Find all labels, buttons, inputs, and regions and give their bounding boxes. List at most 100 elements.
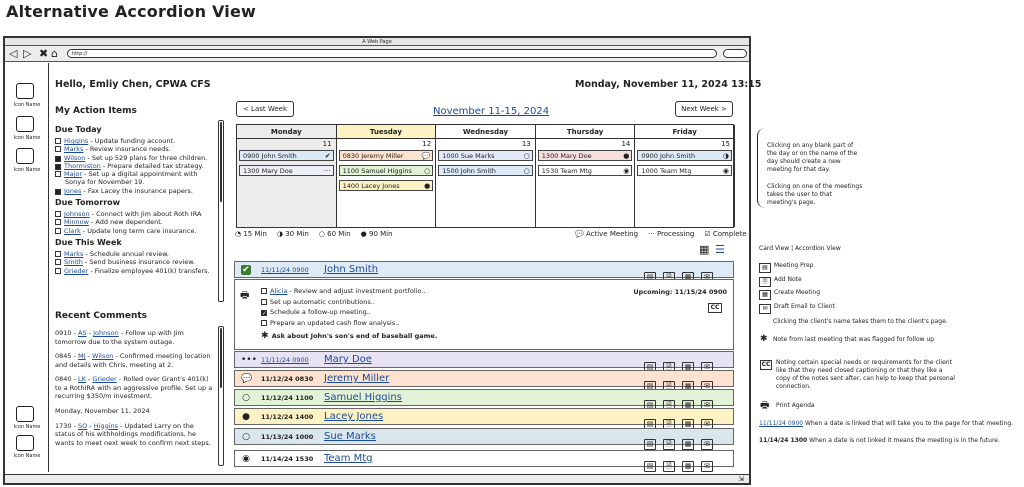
add-note-icon[interactable]: 🗎 xyxy=(663,439,675,450)
forward-icon[interactable]: ▷ xyxy=(23,46,31,61)
action-checkbox[interactable] xyxy=(55,211,61,218)
action-checkbox[interactable] xyxy=(55,219,61,226)
nav-icon-2[interactable] xyxy=(16,116,34,132)
client-link[interactable]: Thormiston xyxy=(64,162,101,170)
last-week-button[interactable]: < Last Week xyxy=(236,101,294,117)
meeting-prep-icon[interactable]: ▤ xyxy=(644,461,656,472)
agenda-row[interactable]: ● 11/12/24 1400 Lacey Jones ▤ 🗎 ▦ ✉ xyxy=(234,408,734,430)
client-name-link[interactable]: Mary Doe xyxy=(324,354,372,365)
meeting-chip[interactable]: 0900 John Smith ✔ xyxy=(239,150,334,161)
action-items-scrollbar[interactable] xyxy=(218,120,224,302)
card-view-icon[interactable]: ▦ xyxy=(699,244,709,256)
email-icon[interactable]: ✉ xyxy=(701,461,713,472)
client-link[interactable]: Clark xyxy=(64,227,81,235)
action-checkbox[interactable]: ✓ xyxy=(50,188,61,195)
comment-user[interactable]: LK xyxy=(78,375,86,383)
agenda-row[interactable]: ◉ 11/14/24 1530 Team Mtg ▤ 🗎 ▦ ✉ xyxy=(234,450,734,472)
meeting-prep-icon[interactable]: ▤ xyxy=(644,439,656,450)
meeting-date[interactable]: 11/12/24 1100 xyxy=(261,394,313,402)
day-column[interactable]: Monday 11 0900 John Smith ✔ 1300 Mary Doe ··· xyxy=(237,125,337,227)
meeting-date[interactable]: 11/14/24 1530 xyxy=(261,455,313,463)
accordion-view-icon[interactable]: ☰ xyxy=(715,244,725,256)
client-link[interactable]: Grieder xyxy=(64,267,88,275)
meeting-date[interactable]: 11/13/24 1000 xyxy=(261,433,313,441)
resize-icon[interactable]: ⇲ xyxy=(738,475,744,483)
next-week-button[interactable]: Next Week > xyxy=(675,101,733,117)
meeting-date[interactable]: 11/12/24 1400 xyxy=(261,413,313,421)
day-name[interactable]: Monday xyxy=(237,125,336,139)
add-note-icon[interactable]: 🗎 xyxy=(663,461,675,472)
task-checkbox[interactable] xyxy=(261,319,267,326)
nav-icon-5[interactable] xyxy=(16,435,34,451)
agenda-row[interactable]: 💬 11/12/24 0830 Jeremy Miller ▤ 🗎 ▦ ✉ xyxy=(234,370,734,392)
meeting-chip[interactable]: 1000 Sue Marks ○ xyxy=(438,150,533,161)
client-link[interactable]: Grieder xyxy=(92,375,116,383)
action-checkbox[interactable] xyxy=(55,250,61,257)
client-link[interactable]: Marks xyxy=(64,250,83,258)
action-checkbox[interactable] xyxy=(55,138,61,144)
nav-icon-4[interactable] xyxy=(16,406,34,422)
meeting-chip[interactable]: 0830 Jeremy Miller 💬 xyxy=(338,150,434,161)
client-link[interactable]: Johnson xyxy=(64,210,90,218)
comments-scrollbar[interactable] xyxy=(218,326,224,466)
meeting-date[interactable]: 11/11/24 0900 xyxy=(261,356,309,364)
day-column[interactable]: Thursday 14 1300 Mary Doe ● 1530 Team Mtg ◉ xyxy=(535,125,636,227)
day-name[interactable]: Friday xyxy=(635,125,734,139)
action-checkbox[interactable] xyxy=(55,227,61,234)
meeting-date[interactable]: 11/11/24 0900 xyxy=(261,266,309,274)
task-checkbox[interactable]: ✓ xyxy=(261,310,267,317)
action-checkbox[interactable]: ✓ xyxy=(50,163,61,170)
client-name-link[interactable]: John Smith xyxy=(324,264,378,275)
day-column[interactable]: Wednesday 13 1000 Sue Marks ○ 1500 John Smit… xyxy=(436,125,536,227)
meeting-chip[interactable]: 1400 Lacey Jones ● xyxy=(338,180,434,191)
search-field[interactable] xyxy=(723,49,747,58)
action-checkbox[interactable] xyxy=(55,267,61,274)
day-name[interactable]: Wednesday xyxy=(436,125,535,139)
nav-icon-3[interactable] xyxy=(16,148,34,164)
meeting-chip[interactable]: 1530 Team Mtg ◉ xyxy=(537,165,633,176)
meeting-chip[interactable]: 1300 Mary Doe ··· xyxy=(239,165,334,176)
agenda-row[interactable]: ••• 11/11/24 0900 Mary Doe ▤ 🗎 ▦ ✉ xyxy=(234,351,734,373)
agenda-row[interactable]: ✔ 11/11/24 0900 John Smith ▤ 🗎 ▦ ✉ xyxy=(234,261,734,283)
client-link[interactable]: Wilson xyxy=(92,352,113,360)
home-icon[interactable]: ⌂ xyxy=(51,46,58,61)
meeting-chip[interactable]: 1300 Mary Doe ● xyxy=(537,150,633,161)
meeting-chip[interactable]: 1100 Samuel Higgins ○ xyxy=(338,165,434,176)
nav-icon-1[interactable] xyxy=(16,83,34,99)
client-name-link[interactable]: Lacey Jones xyxy=(324,411,383,422)
action-checkbox[interactable] xyxy=(55,259,61,266)
comment-user[interactable]: MJ xyxy=(78,352,86,360)
meeting-chip[interactable]: 0900 John Smith ◑ xyxy=(637,150,732,161)
client-link[interactable]: Alicia xyxy=(270,287,287,295)
client-link[interactable]: Major xyxy=(64,170,82,178)
client-link[interactable]: Higgins xyxy=(94,422,118,430)
url-field[interactable]: http:// xyxy=(67,49,717,58)
client-link[interactable]: Higgins xyxy=(64,137,88,145)
action-checkbox[interactable] xyxy=(55,171,61,178)
meeting-chip[interactable]: 1500 John Smith ○ xyxy=(438,165,533,176)
day-name[interactable]: Thursday xyxy=(535,125,635,139)
printer-icon[interactable]: 🖶 xyxy=(240,288,249,305)
client-name-link[interactable]: Sue Marks xyxy=(324,431,376,442)
create-meeting-icon[interactable]: ▦ xyxy=(682,439,694,450)
meeting-date[interactable]: 11/12/24 0830 xyxy=(261,375,313,383)
meeting-chip[interactable]: 1000 Team Mtg ◉ xyxy=(637,165,732,176)
comment-user[interactable]: AS xyxy=(78,329,87,337)
agenda-row[interactable]: ○ 11/12/24 1100 Samuel Higgins ▤ 🗎 ▦ ✉ xyxy=(234,389,734,411)
stop-icon[interactable]: ✖ xyxy=(39,46,48,61)
day-name[interactable]: Tuesday xyxy=(336,125,436,139)
task-checkbox[interactable] xyxy=(261,298,267,305)
create-meeting-icon[interactable]: ▦ xyxy=(682,461,694,472)
comment-user[interactable]: SO xyxy=(78,422,87,430)
client-link[interactable]: Johnson xyxy=(93,329,119,337)
task-checkbox[interactable] xyxy=(261,288,267,294)
client-link[interactable]: Minnow xyxy=(64,218,89,226)
day-column[interactable]: Tuesday 12 0830 Jeremy Miller 💬 1100 Samuel … xyxy=(336,125,437,227)
action-checkbox[interactable]: ✓ xyxy=(50,155,61,162)
email-icon[interactable]: ✉ xyxy=(701,439,713,450)
client-link[interactable]: Wilson xyxy=(64,154,85,162)
client-name-link[interactable]: Team Mtg xyxy=(324,453,373,464)
action-checkbox[interactable] xyxy=(55,146,61,153)
client-link[interactable]: Jones xyxy=(64,187,81,195)
day-column[interactable]: Friday 15 0900 John Smith ◑ 1000 Team Mtg ◉ xyxy=(635,125,735,227)
